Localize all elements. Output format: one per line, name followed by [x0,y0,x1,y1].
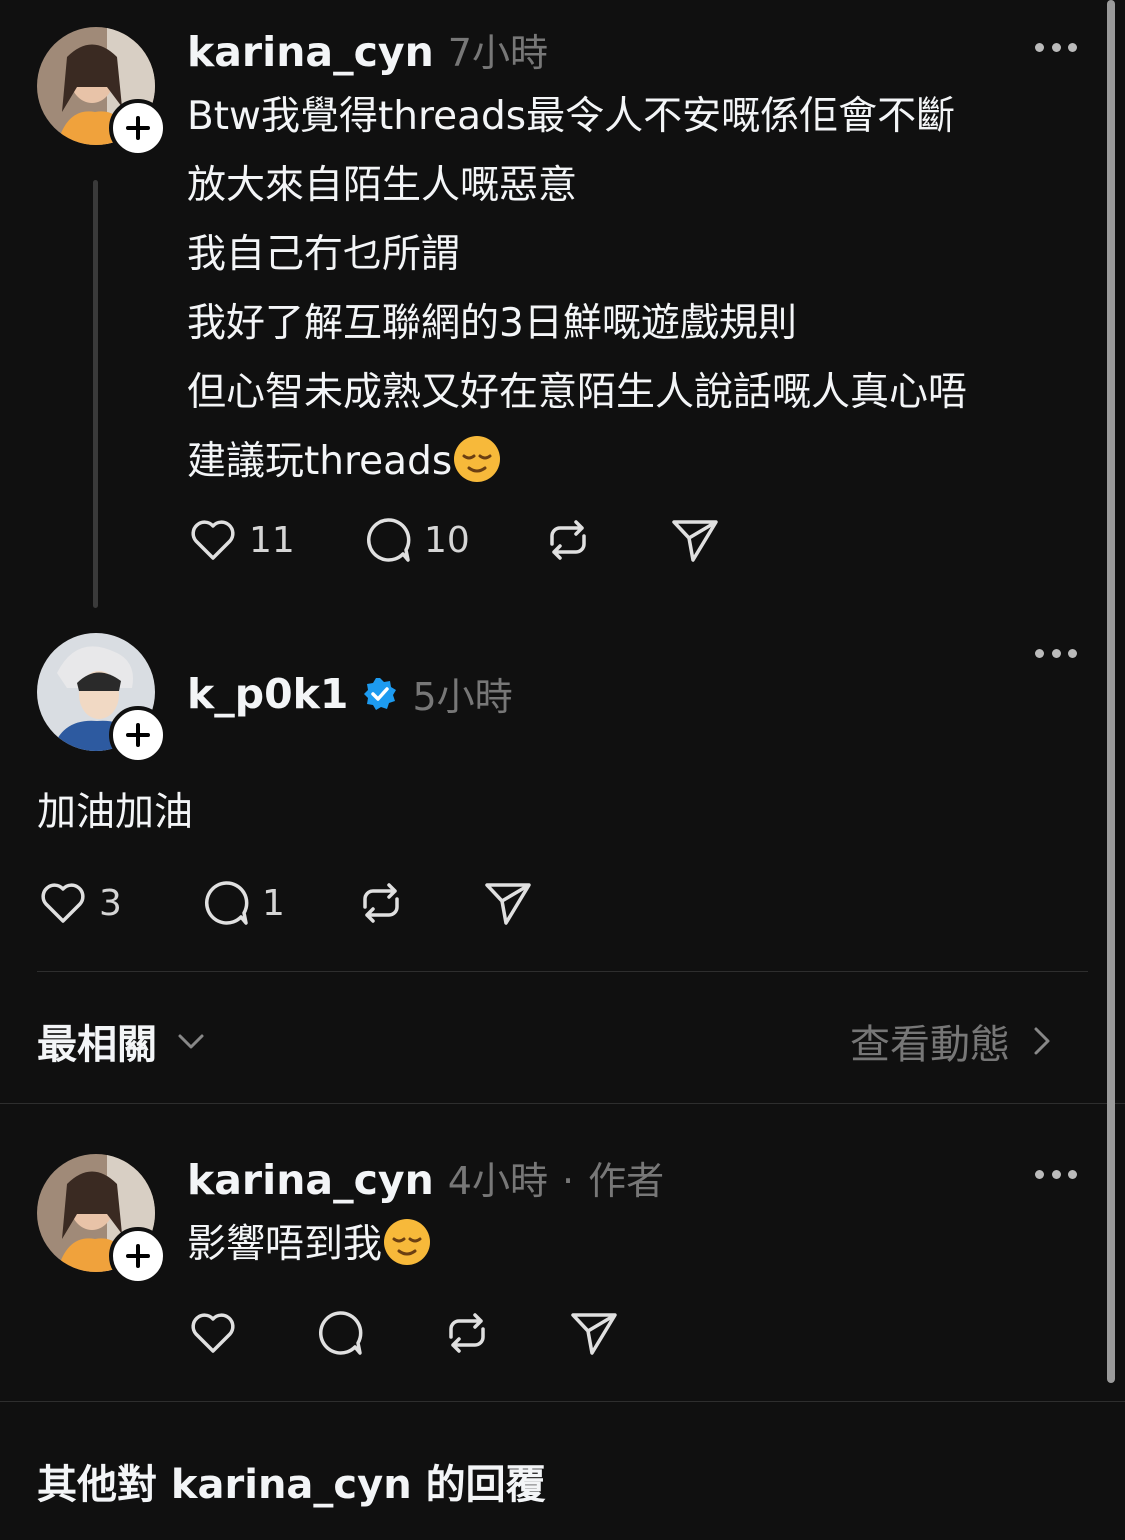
heart-icon [191,1313,235,1353]
post-text: 影響唔到我 [187,1222,383,1267]
timestamp: 5小時 [412,675,513,719]
plus-icon [126,1244,150,1268]
comment-icon [367,518,411,562]
author-tag: 作者 [588,1159,665,1203]
view-activity-link[interactable]: 查看動態 [850,1012,1056,1070]
post-body: 影響唔到我 [187,1210,432,1279]
heart-icon [191,520,235,560]
send-icon [571,1313,617,1355]
like-button[interactable] [187,1307,314,1359]
send-icon [485,883,531,925]
thread-connector-line [93,180,98,608]
send-icon [672,520,718,562]
repost-button[interactable] [355,877,482,929]
scrollbar[interactable] [1107,0,1115,1383]
divider [37,971,1088,972]
like-button[interactable]: 3 [37,877,200,929]
sort-dropdown[interactable]: 最相關 [37,1012,207,1070]
follow-plus-button[interactable] [109,99,167,157]
other-replies-heading: 其他對 karina_cyn 的回覆 [37,1462,546,1508]
heart-icon [41,883,85,923]
post-line: Btw我覺得threads最令人不安嘅係佢會不斷 [187,94,956,139]
follow-plus-button[interactable] [109,1227,167,1285]
comment-icon [205,881,249,925]
post-line-text: 建議玩threads [187,439,453,484]
share-button[interactable] [669,514,721,566]
more-options-icon[interactable] [1035,1167,1077,1181]
share-button[interactable] [482,877,534,929]
repost-icon [550,520,586,560]
post-line: 我好了解互聯網的3日鮮嘅遊戲規則 [187,301,797,346]
username[interactable]: k_p0k1 [187,670,348,718]
relieved-face-emoji-icon [454,436,501,482]
post-header: k_p0k1 5小時 [187,666,513,721]
divider [0,1401,1125,1402]
chevron-right-icon [1034,1027,1050,1055]
repost-icon [363,883,399,923]
post-line: 放大來自陌生人嘅惡意 [187,163,578,208]
post-actions [187,1307,620,1359]
sort-label: 最相關 [37,1022,157,1068]
more-options-icon[interactable] [1035,40,1077,54]
reply-button[interactable] [314,1307,441,1359]
username[interactable]: karina_cyn [187,1156,434,1204]
repost-button[interactable] [542,514,669,566]
repost-button[interactable] [441,1307,568,1359]
share-button[interactable] [568,1307,620,1359]
meta-separator: · [561,1159,575,1203]
chevron-down-icon [178,1034,204,1049]
relieved-face-emoji-icon [384,1219,431,1265]
repost-icon [449,1313,485,1353]
reply-button[interactable]: 1 [200,877,355,929]
divider [0,1103,1125,1104]
view-activity-label: 查看動態 [850,1022,1010,1068]
post-line: 但心智未成熟又好在意陌生人說話嘅人真心唔 [187,370,968,415]
like-button[interactable]: 11 [187,514,362,566]
like-count: 11 [249,519,295,561]
post-header: karina_cyn 7小時 [187,22,548,77]
username[interactable]: karina_cyn [187,28,434,76]
timestamp: 4小時 [447,1159,548,1203]
comment-icon [319,1311,363,1355]
post-actions: 11 10 [187,514,721,566]
post-actions: 3 1 [37,877,534,929]
post-header: karina_cyn 4小時 · 作者 [187,1150,664,1205]
post-line: 我自己冇乜所謂 [187,232,461,277]
plus-icon [126,723,150,747]
post-body: 加油加油 [37,790,194,835]
plus-icon [126,116,150,140]
follow-plus-button[interactable] [109,706,167,764]
timestamp: 7小時 [447,31,548,75]
like-count: 3 [99,882,122,924]
reply-count: 1 [262,882,285,924]
more-options-icon[interactable] [1035,646,1077,660]
reply-count: 10 [424,519,470,561]
post-line-last: 建議玩threads [187,427,1107,496]
reply-button[interactable]: 10 [362,514,542,566]
verified-badge-icon [364,677,397,710]
post-body: Btw我覺得threads最令人不安嘅係佢會不斷 放大來自陌生人嘅惡意 我自己冇… [187,82,1107,496]
